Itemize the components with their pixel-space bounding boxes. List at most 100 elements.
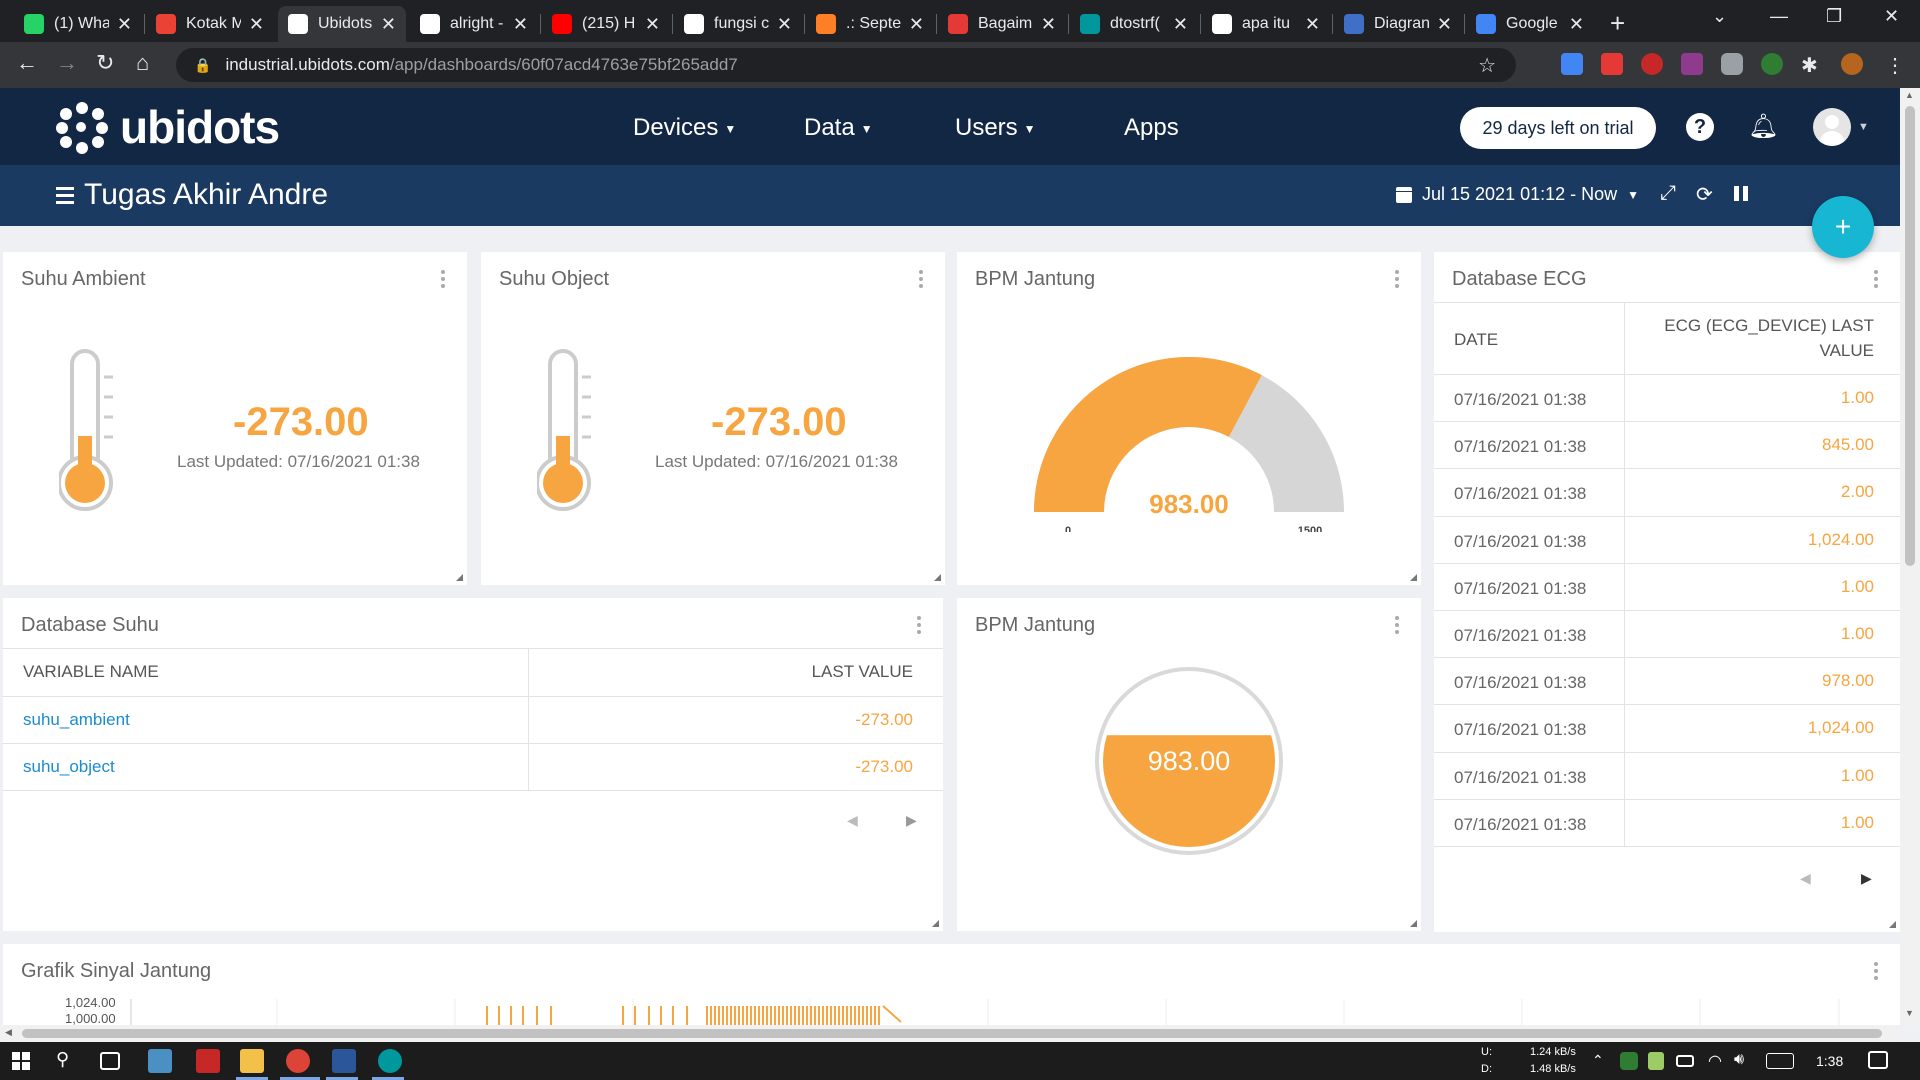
close-tab-icon[interactable]: ✕ — [1305, 14, 1320, 35]
column-header-variable-name[interactable]: VARIABLE NAME — [23, 662, 159, 682]
browser-tab[interactable]: (215) H ✕ — [542, 6, 670, 42]
fullscreen-icon[interactable]: ⤢ — [1660, 182, 1676, 205]
forward-icon[interactable]: → — [56, 50, 78, 76]
search-icon[interactable]: ⚲ — [56, 1049, 80, 1073]
resize-handle[interactable] — [934, 574, 941, 581]
column-header-date[interactable]: DATE — [1454, 330, 1498, 350]
resize-handle[interactable] — [1889, 921, 1896, 928]
close-tab-icon[interactable]: ✕ — [249, 14, 264, 35]
close-window-icon[interactable]: ✕ — [1884, 6, 1899, 27]
close-tab-icon[interactable]: ✕ — [1437, 14, 1452, 35]
arduino-icon[interactable] — [378, 1049, 402, 1073]
chat-extension-icon[interactable] — [1721, 53, 1743, 75]
tray-app-icon[interactable] — [1648, 1052, 1664, 1070]
pause-icon[interactable] — [1734, 186, 1748, 201]
close-tab-icon[interactable]: ✕ — [909, 14, 924, 35]
nav-data[interactable]: Data ▼ — [804, 114, 873, 142]
nav-users[interactable]: Users ▼ — [955, 114, 1036, 142]
translate-extension-icon[interactable] — [1561, 53, 1583, 75]
help-icon[interactable]: ? — [1686, 113, 1714, 141]
close-tab-icon[interactable]: ✕ — [1173, 14, 1188, 35]
browser-tab[interactable]: fungsi c ✕ — [674, 6, 802, 42]
windows-start-icon[interactable] — [12, 1052, 30, 1070]
refresh-icon[interactable]: ⟳ — [1696, 182, 1713, 207]
new-tab-button[interactable]: + — [1610, 8, 1625, 39]
wifi-icon[interactable]: ◠ — [1708, 1051, 1722, 1071]
battery-icon[interactable] — [1676, 1055, 1694, 1067]
reload-icon[interactable]: ↻ — [96, 50, 114, 76]
close-tab-icon[interactable]: ✕ — [645, 14, 660, 35]
color-extension-icon[interactable] — [1761, 53, 1783, 75]
column-header-value-line1[interactable]: ECG (ECG_DEVICE) LAST — [1634, 316, 1874, 336]
widget-menu-icon[interactable] — [917, 616, 923, 637]
user-avatar[interactable] — [1813, 108, 1851, 146]
tray-chevron-icon[interactable]: ⌃ — [1592, 1052, 1604, 1069]
notification-bell-icon[interactable]: 🔔︎ — [1748, 112, 1778, 141]
variable-link[interactable]: suhu_ambient — [23, 710, 130, 730]
add-widget-button[interactable]: + — [1812, 196, 1874, 258]
restore-icon[interactable]: ❐ — [1826, 6, 1842, 27]
nav-apps[interactable]: Apps — [1124, 114, 1179, 142]
widget-menu-icon[interactable] — [1395, 270, 1401, 291]
video-extension-icon[interactable] — [1601, 53, 1623, 75]
back-icon[interactable]: ← — [16, 50, 38, 76]
notifications-icon[interactable] — [1868, 1051, 1888, 1069]
browser-menu-icon[interactable]: ⋮ — [1885, 53, 1907, 77]
column-header-last-value[interactable]: LAST VALUE — [543, 662, 913, 682]
close-tab-icon[interactable]: ✕ — [777, 14, 792, 35]
next-page-icon[interactable]: ▶ — [1861, 870, 1872, 887]
widget-menu-icon[interactable] — [919, 270, 925, 291]
browser-tab[interactable]: .: Septer ✕ — [806, 6, 934, 42]
trial-badge[interactable]: 29 days left on trial — [1460, 107, 1656, 149]
browser-tab[interactable]: apa itu ✕ — [1202, 6, 1330, 42]
app-icon[interactable] — [148, 1049, 172, 1073]
horizontal-scrollbar[interactable]: ◀ — [0, 1025, 1900, 1042]
ubidots-logo[interactable]: ubidots — [56, 100, 280, 154]
puzzle-extensions-icon[interactable]: ✱ — [1801, 53, 1823, 77]
scroll-thumb[interactable] — [22, 1029, 1882, 1038]
widget-menu-icon[interactable] — [1874, 270, 1880, 291]
bookmark-star-icon[interactable]: ☆ — [1478, 53, 1496, 78]
extension-icon[interactable] — [1681, 53, 1703, 75]
keyboard-icon[interactable] — [1766, 1053, 1794, 1069]
close-tab-icon[interactable]: ✕ — [513, 14, 528, 35]
scroll-thumb[interactable] — [1905, 106, 1915, 566]
browser-tab[interactable]: dtostrf(✕ — [1070, 6, 1198, 42]
browser-tab[interactable]: Google ✕ — [1466, 6, 1594, 42]
task-view-icon[interactable] — [100, 1052, 120, 1070]
minimize-icon[interactable]: — — [1770, 6, 1788, 27]
browser-tab[interactable]: (1) Wha ✕ — [14, 6, 142, 42]
previous-page-icon[interactable]: ◀ — [1800, 870, 1811, 887]
adblock-extension-icon[interactable] — [1641, 53, 1663, 75]
next-page-icon[interactable]: ▶ — [906, 812, 917, 829]
security-icon[interactable] — [1620, 1052, 1638, 1070]
close-tab-icon[interactable]: ✕ — [381, 14, 396, 35]
app-icon[interactable] — [196, 1049, 220, 1073]
browser-tab[interactable]: Ubidots ✕ — [278, 6, 406, 42]
dashboard-title[interactable]: Tugas Akhir Andre — [84, 178, 328, 212]
browser-tab[interactable]: Diagran ✕ — [1334, 6, 1462, 42]
resize-handle[interactable] — [1410, 574, 1417, 581]
variable-link[interactable]: suhu_object — [23, 757, 115, 777]
menu-icon[interactable] — [56, 187, 74, 208]
close-tab-icon[interactable]: ✕ — [117, 14, 132, 35]
widget-menu-icon[interactable] — [441, 270, 447, 291]
widget-menu-icon[interactable] — [1395, 616, 1401, 637]
chrome-icon[interactable] — [286, 1049, 310, 1073]
volume-icon[interactable]: 🔊︎ — [1734, 1051, 1744, 1069]
date-range-picker[interactable]: Jul 15 2021 01:12 - Now ▼ — [1396, 184, 1639, 205]
clock-time[interactable]: 1:38 — [1816, 1053, 1843, 1069]
browser-tab[interactable]: Kotak M ✕ — [146, 6, 274, 42]
vertical-scrollbar[interactable]: ▲ ▼ — [1900, 88, 1920, 1025]
word-icon[interactable] — [332, 1049, 356, 1073]
close-tab-icon[interactable]: ✕ — [1041, 14, 1056, 35]
resize-handle[interactable] — [1410, 920, 1417, 927]
file-explorer-icon[interactable] — [240, 1049, 264, 1073]
browser-tab[interactable]: Bagaim ✕ — [938, 6, 1066, 42]
close-tab-icon[interactable]: ✕ — [1569, 14, 1584, 35]
profile-avatar[interactable] — [1841, 53, 1863, 75]
resize-handle[interactable] — [456, 574, 463, 581]
tab-search-icon[interactable]: ⌄ — [1712, 6, 1727, 27]
chevron-down-icon[interactable]: ▼ — [1858, 121, 1869, 133]
previous-page-icon[interactable]: ◀ — [847, 812, 858, 829]
